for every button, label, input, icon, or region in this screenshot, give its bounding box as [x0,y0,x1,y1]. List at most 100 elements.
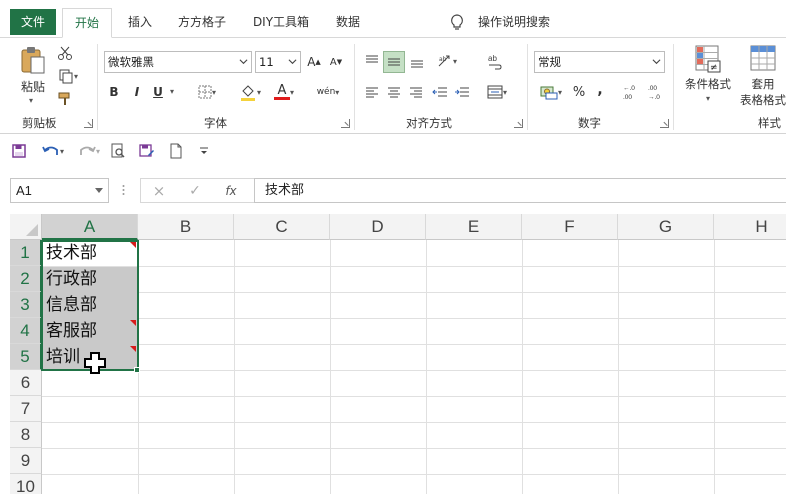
save-as-button[interactable] [137,141,157,161]
orientation-button[interactable]: ab ▾ [432,51,462,71]
clipboard-group-label: 剪贴板 [22,116,57,130]
print-preview-button[interactable] [108,141,128,161]
paste-button[interactable]: 粘贴 [14,44,52,96]
redo-button[interactable]: ▾ [74,141,104,161]
number-format-value: 常规 [538,55,561,69]
styles-group-label: 样式 [758,116,781,130]
tab-home[interactable]: 开始 [62,8,112,38]
row-header-10[interactable]: 10 [10,474,42,494]
row-header-6[interactable]: 6 [10,370,42,396]
customize-qat-button[interactable] [196,141,212,161]
tab-data[interactable]: 数据 [330,8,366,38]
percent-button[interactable]: % [570,82,588,102]
font-color-letter: A [277,82,287,98]
underline-dropdown-icon[interactable]: ▾ [170,87,174,96]
bold-button[interactable]: B [107,82,121,102]
increase-indent-button[interactable] [452,83,472,101]
format-as-table-button[interactable]: 套用 表格格式 [737,44,786,114]
column-header-e[interactable]: E [426,214,522,240]
alignment-launcher-icon[interactable] [514,119,523,128]
italic-button[interactable]: I [130,82,144,102]
name-box-value: A1 [16,183,32,198]
tab-file[interactable]: 文件 [10,9,56,35]
name-box[interactable]: A1 [10,178,109,203]
outdent-icon [432,87,447,97]
align-left-button[interactable] [362,83,382,101]
column-header-b[interactable]: B [138,214,234,240]
cell-a3[interactable]: 信息部 [42,293,138,319]
conditional-formatting-button[interactable]: ≠ 条件格式 ▾ [680,44,736,114]
row-header-2[interactable]: 2 [10,266,42,292]
font-name-combo[interactable]: 微软雅黑 [104,51,252,73]
row-header-9[interactable]: 9 [10,448,42,474]
decrease-decimal-button[interactable]: .00 →.0 [644,82,666,102]
align-right-button[interactable] [406,83,426,101]
number-format-combo[interactable]: 常规 [534,51,665,73]
cell-a1[interactable]: 技术部 [42,241,138,267]
enter-icon[interactable]: ✓ [185,181,205,201]
column-header-f[interactable]: F [522,214,618,240]
font-name-value: 微软雅黑 [108,55,154,69]
increase-font-size-button[interactable]: A ▲ [305,52,323,72]
save-button[interactable] [10,142,28,160]
underline-button[interactable]: U [151,82,165,102]
copy-button[interactable]: ▾ [55,67,81,85]
fill-handle[interactable] [134,367,140,373]
formula-input[interactable]: 技术部 [254,178,786,203]
row-header-8[interactable]: 8 [10,422,42,448]
decrease-indent-button[interactable] [430,83,450,101]
cancel-icon[interactable]: × [149,181,169,201]
comma-button[interactable]: , [593,80,607,100]
format-painter-button[interactable] [55,90,75,108]
tab-diy-toolbox[interactable]: DIY工具箱 [248,8,314,38]
align-bottom-button[interactable] [407,51,427,73]
customize-dropdown-icon [200,147,208,154]
cell-a2[interactable]: 行政部 [42,267,138,293]
font-size-combo[interactable]: 11 [255,51,301,73]
tell-me-search[interactable]: 操作说明搜索 [450,8,550,36]
group-separator [673,44,674,130]
phonetic-button[interactable]: wén ▾ [312,82,344,102]
table-format-icon [750,45,776,71]
align-center-button[interactable] [384,83,404,101]
undo-icon [42,146,58,155]
merge-center-button[interactable]: ▾ [482,83,512,101]
border-button[interactable]: ▾ [193,83,221,101]
number-launcher-icon[interactable] [660,119,669,128]
tab-ffgz[interactable]: 方方格子 [172,8,232,38]
column-header-a[interactable]: A [42,214,138,240]
svg-text:ab: ab [488,54,497,63]
font-color-button[interactable]: A ▾ [268,82,300,102]
new-file-button[interactable] [166,141,186,161]
currency-icon [540,86,558,100]
font-launcher-icon[interactable] [341,119,350,128]
fill-color-button[interactable]: ▾ [234,82,266,102]
select-all-corner[interactable] [10,214,42,240]
undo-button[interactable]: ▾ [38,141,68,161]
paste-label: 粘贴 [20,80,45,94]
accounting-format-button[interactable]: ▾ [536,82,566,102]
row-header-7[interactable]: 7 [10,396,42,422]
paste-dropdown-icon[interactable]: ▾ [29,96,33,105]
cell-a4[interactable]: 客服部 [42,319,138,345]
column-header-d[interactable]: D [330,214,426,240]
row-header-1[interactable]: 1 [10,240,42,266]
tab-insert[interactable]: 插入 [122,8,158,38]
column-header-h[interactable]: H [714,214,786,240]
paste-icon [21,47,45,74]
column-header-g[interactable]: G [618,214,714,240]
row-header-3[interactable]: 3 [10,292,42,318]
insert-function-icon[interactable]: fx [221,181,241,201]
align-top-button[interactable] [362,51,382,71]
row-header-5[interactable]: 5 [10,344,42,370]
formula-bar-grip-icon[interactable] [122,183,125,197]
column-header-c[interactable]: C [234,214,330,240]
align-right-icon [410,87,422,98]
wrap-text-button[interactable]: ab [484,51,506,73]
decrease-font-size-button[interactable]: A ▼ [327,52,345,72]
row-header-4[interactable]: 4 [10,318,42,344]
align-middle-button[interactable] [383,51,405,73]
clipboard-launcher-icon[interactable] [84,119,93,128]
increase-decimal-button[interactable]: ←.0.00 [619,82,641,102]
cut-button[interactable] [55,44,75,62]
